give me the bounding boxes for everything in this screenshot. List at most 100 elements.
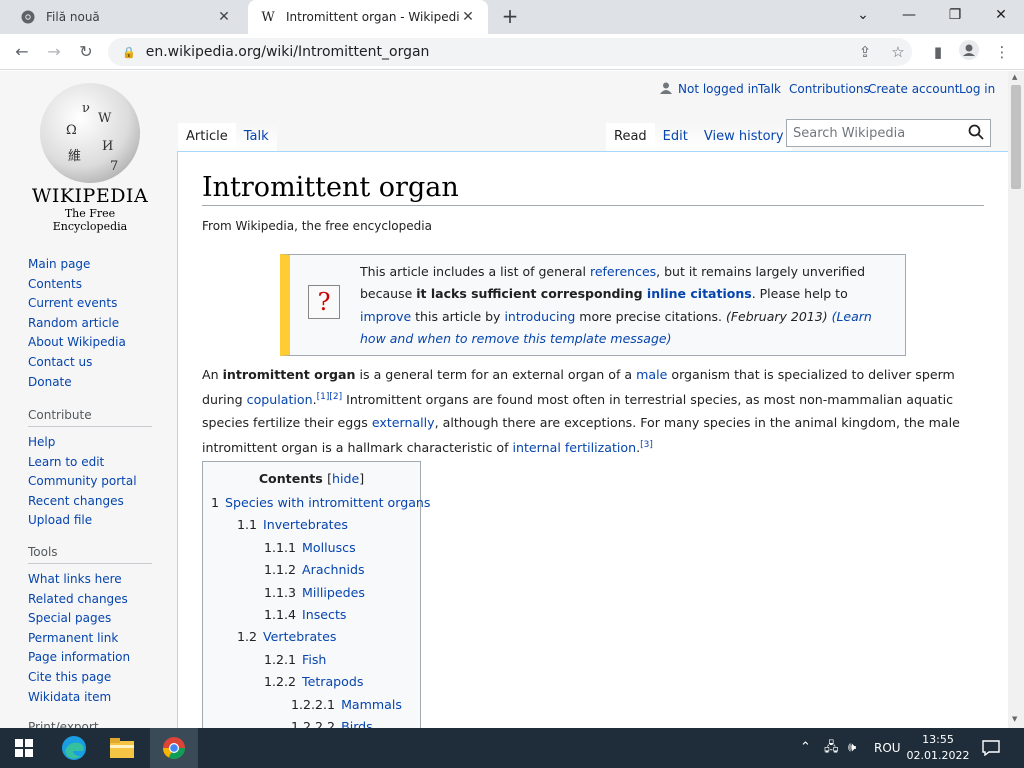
- address-bar[interactable]: 🔒 en.wikipedia.org/wiki/Intromittent_org…: [108, 38, 912, 66]
- toc-title-text: Contents: [258, 471, 323, 486]
- sidebar-item-help[interactable]: Help: [28, 433, 178, 453]
- tab-read[interactable]: Read: [606, 123, 655, 151]
- sidebar-item-random-article[interactable]: Random article: [28, 314, 178, 334]
- new-tab-button[interactable]: +: [498, 4, 522, 28]
- wikipedia-logo[interactable]: Ω W ν 維 И 7 Wikipedia The Free Encyclope…: [30, 83, 150, 233]
- side-panel-icon[interactable]: ▮: [926, 40, 950, 64]
- search-icon[interactable]: [968, 124, 984, 144]
- toc-item[interactable]: 1.1.1 Molluscs: [211, 537, 430, 559]
- citation-1[interactable]: [1]: [317, 392, 330, 402]
- toc-item[interactable]: 1.2.2.1 Mammals: [211, 694, 430, 716]
- toc-link[interactable]: Vertebrates: [263, 629, 336, 644]
- externally-link[interactable]: externally: [372, 415, 435, 430]
- toc-hide-link[interactable]: hide: [332, 471, 359, 486]
- input-language-indicator[interactable]: ROU: [874, 728, 901, 768]
- volume-icon[interactable]: 🕪: [848, 728, 856, 768]
- chrome-taskbar-icon[interactable]: [150, 728, 198, 768]
- sidebar-item-current-events[interactable]: Current events: [28, 294, 178, 314]
- tab-talk[interactable]: Talk: [235, 123, 277, 151]
- tab-article[interactable]: Article: [178, 123, 236, 151]
- toc-link[interactable]: Mammals: [341, 697, 402, 712]
- sidebar-item-learn-to-edit[interactable]: Learn to edit: [28, 453, 178, 473]
- close-tab-icon[interactable]: ✕: [460, 9, 476, 25]
- citation-2[interactable]: [2]: [329, 392, 342, 402]
- toc-link[interactable]: Birds: [341, 719, 373, 728]
- toc-item[interactable]: 1 Species with intromittent organs: [211, 492, 430, 514]
- close-tab-icon[interactable]: ✕: [216, 9, 232, 25]
- sidebar-item-community-portal[interactable]: Community portal: [28, 472, 178, 492]
- copulation-link[interactable]: copulation: [247, 393, 313, 408]
- toc-item[interactable]: 1.2.1 Fish: [211, 649, 430, 671]
- toc-item[interactable]: 1.1.2 Arachnids: [211, 559, 430, 581]
- notification-center-icon[interactable]: [982, 728, 1000, 768]
- tab-search-icon[interactable]: ⌄: [840, 0, 886, 30]
- scrollbar-thumb[interactable]: [1011, 85, 1021, 189]
- citation-3[interactable]: [3]: [640, 440, 653, 450]
- scroll-up-arrow-icon[interactable]: ▲: [1012, 73, 1017, 81]
- toc-item[interactable]: 1.2 Vertebrates: [211, 626, 430, 648]
- sidebar-item-permanent-link[interactable]: Permanent link: [28, 629, 178, 649]
- tab-intromittent-organ[interactable]: W Intromittent organ - Wikipedia ✕: [248, 0, 488, 34]
- tab-new-tab[interactable]: Filă nouă ✕: [8, 0, 244, 34]
- sidebar-item-special-pages[interactable]: Special pages: [28, 609, 178, 629]
- toc-item[interactable]: 1.2.2 Tetrapods: [211, 671, 430, 693]
- sidebar-item-recent-changes[interactable]: Recent changes: [28, 492, 178, 512]
- taskbar-clock[interactable]: 13:55 02.01.2022: [904, 732, 972, 764]
- sidebar-item-upload-file[interactable]: Upload file: [28, 511, 178, 531]
- introducing-link[interactable]: introducing: [504, 309, 575, 324]
- contributions-link[interactable]: Contributions: [789, 82, 870, 96]
- profile-avatar[interactable]: [957, 40, 981, 64]
- close-window-button[interactable]: ✕: [978, 0, 1024, 30]
- toc-link[interactable]: Tetrapods: [302, 674, 363, 689]
- sidebar-item-contents[interactable]: Contents: [28, 275, 178, 295]
- network-icon[interactable]: 🖧: [824, 728, 839, 768]
- internal-fertilization-link[interactable]: internal fertilization: [513, 441, 637, 456]
- sidebar-item-contact-us[interactable]: Contact us: [28, 353, 178, 373]
- minimize-button[interactable]: —: [886, 0, 932, 30]
- chrome-menu-icon[interactable]: ⋮: [990, 40, 1014, 64]
- sidebar-item-what-links-here[interactable]: What links here: [28, 570, 178, 590]
- references-link[interactable]: references: [590, 264, 656, 279]
- sidebar-item-cite-this-page[interactable]: Cite this page: [28, 668, 178, 688]
- toc-item[interactable]: 1.2.2.2 Birds: [211, 716, 430, 728]
- toc-hide-toggle[interactable]: [hide]: [327, 471, 364, 486]
- toc-link[interactable]: Arachnids: [302, 562, 364, 577]
- user-talk-link[interactable]: Talk: [758, 82, 781, 96]
- toc-link[interactable]: Fish: [302, 652, 326, 667]
- bookmark-star-icon[interactable]: ☆: [886, 40, 910, 64]
- back-button[interactable]: ←: [10, 40, 34, 64]
- toc-item[interactable]: 1.1 Invertebrates: [211, 514, 430, 536]
- sidebar-item-donate[interactable]: Donate: [28, 373, 178, 393]
- windows-start-icon[interactable]: [0, 728, 48, 768]
- sidebar-item-wikidata-item[interactable]: Wikidata item: [28, 688, 178, 708]
- sidebar-item-main-page[interactable]: Main page: [28, 255, 178, 275]
- log-in-link[interactable]: Log in: [959, 82, 995, 96]
- browser-toolbar: ← → ↻ 🔒 en.wikipedia.org/wiki/Intromitte…: [0, 34, 1024, 70]
- forward-button[interactable]: →: [42, 40, 66, 64]
- tab-view-history[interactable]: View history: [695, 123, 792, 151]
- toc-link[interactable]: Invertebrates: [263, 517, 348, 532]
- sidebar-item-page-information[interactable]: Page information: [28, 648, 178, 668]
- toc-item[interactable]: 1.1.3 Millipedes: [211, 582, 430, 604]
- toc-item[interactable]: 1.1.4 Insects: [211, 604, 430, 626]
- reload-button[interactable]: ↻: [74, 40, 98, 64]
- create-account-link[interactable]: Create account: [868, 82, 960, 96]
- sidebar-item-about-wikipedia[interactable]: About Wikipedia: [28, 333, 178, 353]
- inline-citations-link[interactable]: inline citations: [647, 286, 752, 301]
- edge-browser-icon[interactable]: [50, 728, 98, 768]
- search-input[interactable]: Search Wikipedia: [786, 119, 991, 147]
- toc-link[interactable]: Insects: [302, 607, 346, 622]
- toc-link[interactable]: Molluscs: [302, 540, 356, 555]
- toc-link[interactable]: Species with intromittent organs: [225, 495, 430, 510]
- share-icon[interactable]: ⇪: [853, 40, 877, 64]
- tab-edit[interactable]: Edit: [654, 123, 696, 151]
- improve-link[interactable]: improve: [360, 309, 411, 324]
- tray-chevron-up-icon[interactable]: ⌃: [800, 728, 811, 768]
- page-scrollbar[interactable]: ▲ ▼: [1008, 71, 1024, 728]
- toc-link[interactable]: Millipedes: [302, 585, 365, 600]
- sidebar-item-related-changes[interactable]: Related changes: [28, 590, 178, 610]
- scroll-down-arrow-icon[interactable]: ▼: [1012, 715, 1017, 723]
- male-link[interactable]: male: [636, 367, 667, 382]
- restore-button[interactable]: ❐: [932, 0, 978, 30]
- file-explorer-icon[interactable]: [98, 728, 146, 768]
